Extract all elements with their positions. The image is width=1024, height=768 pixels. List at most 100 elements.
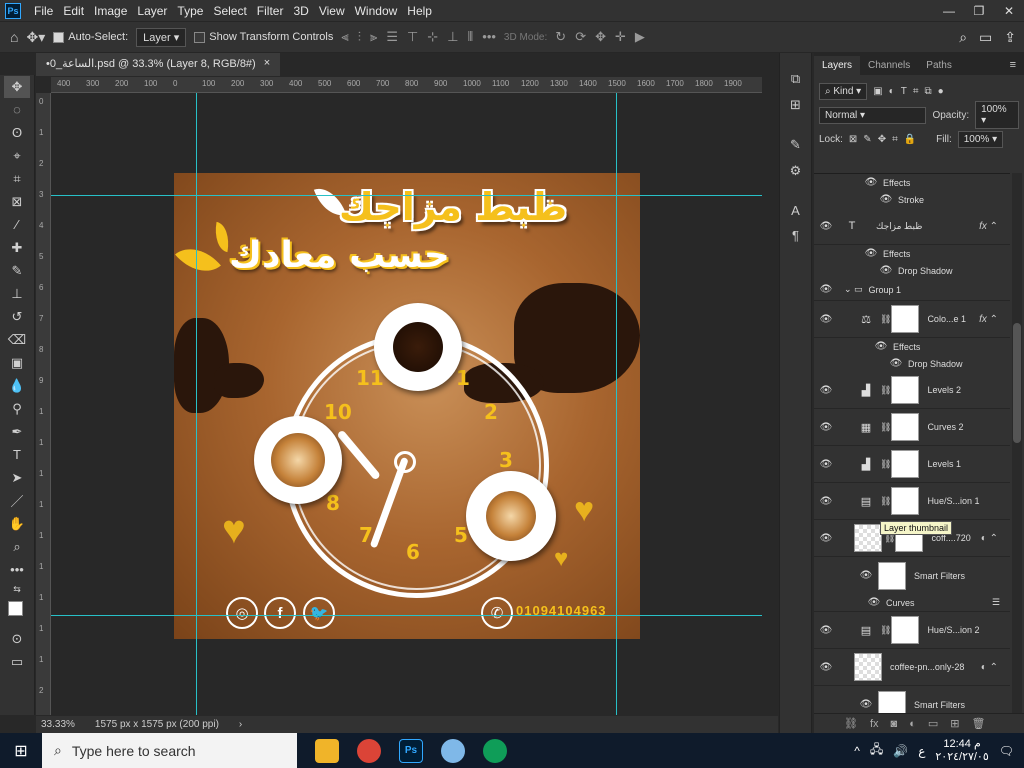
lock-image-icon[interactable]: ✎ <box>863 134 871 145</box>
filter-type-icon[interactable]: T <box>901 86 907 97</box>
type-tool-icon[interactable]: T <box>4 444 30 466</box>
restore-button[interactable]: ❐ <box>964 4 994 18</box>
quick-mask-icon[interactable]: ⊙ <box>4 628 30 650</box>
layer-row-hue-sat-1[interactable]: 👁 ▤ ⛓ Hue/S...ion 1 <box>814 483 1010 520</box>
filter-curves-row[interactable]: 👁 Curves ☰ <box>814 594 1010 612</box>
eye-icon[interactable]: 👁 <box>814 221 838 232</box>
guide-vertical-right[interactable] <box>616 93 617 715</box>
layer-row-color-balance[interactable]: 👁 ⚖ ⛓ Colo...e 1 fx ⌃ <box>814 301 1010 338</box>
menu-3d[interactable]: 3D <box>288 4 313 18</box>
effects-row[interactable]: 👁 Effects <box>814 174 1010 191</box>
minimize-button[interactable]: — <box>934 4 964 18</box>
eye-icon[interactable]: 👁 <box>869 341 893 352</box>
marquee-tool-icon[interactable]: ◌ <box>4 99 30 121</box>
filter-options-icon[interactable]: ☰ <box>992 597 1000 608</box>
lock-transparent-icon[interactable]: ⊠ <box>849 134 857 145</box>
3d-orbit-icon[interactable]: ↻ <box>555 29 566 45</box>
smart-filters-row[interactable]: 👁 Smart Filters <box>814 686 1010 713</box>
screen-mode-icon[interactable]: ▭ <box>4 651 30 673</box>
menu-file[interactable]: File <box>29 4 58 18</box>
brush-tool-icon[interactable]: ✎ <box>4 260 30 282</box>
taskbar-search-box[interactable]: ⌕ Type here to search <box>42 733 297 768</box>
zoom-level[interactable]: 33.33% <box>41 719 75 730</box>
share-icon[interactable]: ⇪ <box>1004 29 1016 46</box>
layer-row-hue-sat-2[interactable]: 👁 ▤ ⛓ Hue/S...ion 2 <box>814 612 1010 649</box>
search-icon[interactable]: ⌕ <box>959 29 967 46</box>
eye-icon[interactable]: 👁 <box>874 194 898 205</box>
menu-layer[interactable]: Layer <box>132 4 172 18</box>
volume-icon[interactable]: 🔊 <box>893 744 908 758</box>
layer-thumbnail[interactable] <box>854 653 882 681</box>
eraser-tool-icon[interactable]: ⌫ <box>4 329 30 351</box>
eye-icon[interactable]: 👁 <box>814 385 838 396</box>
clone-stamp-icon[interactable]: ⊥ <box>4 283 30 305</box>
eye-icon[interactable]: 👁 <box>854 699 878 710</box>
network-icon[interactable]: 🖧 <box>870 740 883 761</box>
3d-pan-icon[interactable]: ✥ <box>595 29 606 45</box>
eye-icon[interactable]: 👁 <box>874 265 898 276</box>
opacity-input[interactable]: 100% ▾ <box>975 101 1019 129</box>
file-explorer-icon[interactable] <box>315 738 339 763</box>
distribute-vertical-icon[interactable]: ⦀ <box>468 29 474 45</box>
crop-tool-icon[interactable]: ⌗ <box>4 168 30 190</box>
healing-brush-icon[interactable]: ✚ <box>4 237 30 259</box>
link-layers-icon[interactable]: ⛓ <box>844 717 858 730</box>
layer-mask-thumbnail[interactable] <box>891 487 920 515</box>
artwork-canvas[interactable]: ظبط مزاجك حسب معادك 11 1 10 2 3 8 7 6 5 … <box>174 173 640 639</box>
paint-icon[interactable] <box>441 738 465 763</box>
eye-icon[interactable]: 👁 <box>814 533 838 544</box>
language-indicator[interactable]: ع <box>918 744 925 758</box>
lock-position-icon[interactable]: ✥ <box>878 134 886 145</box>
document-tab[interactable]: •0_الساعة.psd @ 33.3% (Layer 8, RGB/8#) … <box>36 53 281 76</box>
panel-menu-icon[interactable]: ≡ <box>1002 55 1024 75</box>
zoom-tool-icon[interactable]: ⌕ <box>4 536 30 558</box>
eye-icon[interactable]: 👁 <box>814 459 838 470</box>
menu-type[interactable]: Type <box>172 4 208 18</box>
menu-view[interactable]: View <box>314 4 350 18</box>
eye-icon[interactable]: 👁 <box>859 177 883 188</box>
layer-mask-thumbnail[interactable] <box>891 413 920 441</box>
notifications-icon[interactable]: 🗨 <box>999 744 1014 758</box>
layers-scrollbar[interactable] <box>1012 173 1022 713</box>
lasso-tool-icon[interactable]: ʘ <box>4 122 30 144</box>
chrome-icon[interactable] <box>357 738 381 763</box>
auto-select-target-dropdown[interactable]: Layer ▾ <box>136 27 187 47</box>
new-layer-icon[interactable]: ⊞ <box>950 717 959 730</box>
home-icon[interactable]: ⌂ <box>10 29 18 45</box>
fx-icon[interactable]: fx ⌃ <box>979 221 998 232</box>
eye-icon[interactable]: 👁 <box>884 358 908 369</box>
photoshop-taskbar-icon[interactable]: Ps <box>399 738 423 763</box>
move-tool-icon[interactable]: ✥ <box>4 75 30 98</box>
brush-settings-icon[interactable]: ✎ <box>790 137 801 153</box>
eye-icon[interactable]: 👁 <box>814 284 838 295</box>
eye-icon[interactable]: 👁 <box>814 496 838 507</box>
add-mask-icon[interactable]: ◙ <box>891 718 898 730</box>
quick-select-tool-icon[interactable]: ⌖ <box>4 145 30 167</box>
effect-drop-shadow-row[interactable]: 👁 Drop Shadow <box>814 355 1010 372</box>
eye-icon[interactable]: 👁 <box>862 597 886 608</box>
filter-shape-icon[interactable]: ⌗ <box>913 86 919 97</box>
line-tool-icon[interactable]: ／ <box>4 490 30 512</box>
eye-icon[interactable]: 👁 <box>814 662 838 673</box>
color-swatches-icon[interactable] <box>4 599 30 627</box>
align-right-icon[interactable]: ⫸ <box>370 29 377 45</box>
filter-adjustment-icon[interactable]: ◐ <box>889 86 895 97</box>
kind-filter-dropdown[interactable]: ⌕ Kind ▾ <box>819 82 868 100</box>
pen-tool-icon[interactable]: ✒ <box>4 421 30 443</box>
eye-icon[interactable]: 👁 <box>854 570 878 581</box>
effect-drop-shadow-row[interactable]: 👁 Drop Shadow <box>814 262 1010 279</box>
character-panel-icon[interactable]: A <box>791 203 800 218</box>
lock-all-icon[interactable]: 🔒 <box>904 134 916 145</box>
tray-chevron-icon[interactable]: ^ <box>854 744 860 758</box>
layer-row-group[interactable]: 👁 ⌄ ▭ Group 1 <box>814 279 1010 301</box>
eye-icon[interactable]: 👁 <box>814 314 838 325</box>
smart-filter-icon[interactable]: ◐ ⌃ <box>981 662 998 673</box>
path-select-icon[interactable]: ➤ <box>4 467 30 489</box>
lock-artboard-icon[interactable]: ⌗ <box>892 134 898 145</box>
guide-horizontal-top[interactable] <box>51 195 762 196</box>
more-options-icon[interactable]: ••• <box>482 29 496 45</box>
new-adjustment-icon[interactable]: ◐ <box>909 718 916 730</box>
gradient-tool-icon[interactable]: ▣ <box>4 352 30 374</box>
adjustments-panel-icon[interactable]: ⚙ <box>790 163 802 179</box>
layer-row-curves-2[interactable]: 👁 ▦ ⛓ Curves 2 <box>814 409 1010 446</box>
